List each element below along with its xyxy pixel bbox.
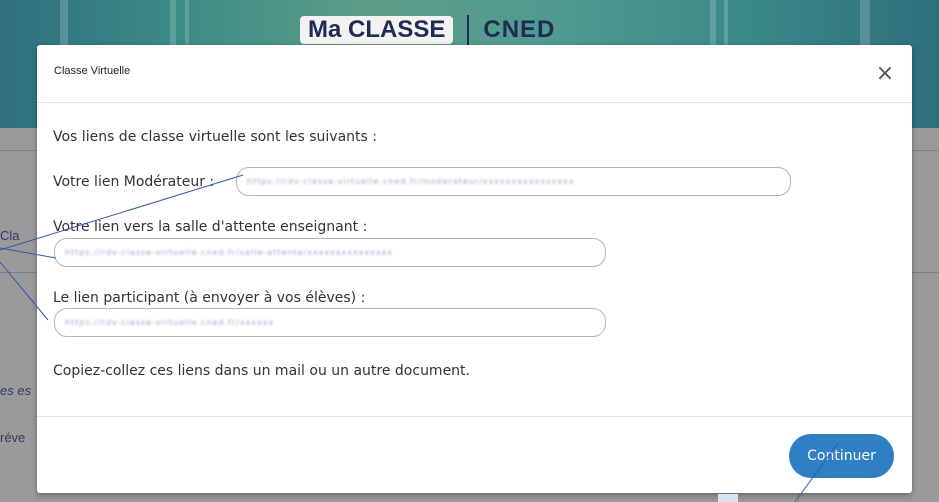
ma-classe-logo: Ma CLASSE CNED — [300, 10, 640, 50]
continue-button[interactable]: Continuer — [789, 434, 894, 478]
participant-link-input[interactable] — [55, 309, 605, 336]
virtual-class-modal: Classe Virtuelle × Vos liens de classe v… — [37, 45, 912, 493]
background-text-fragment: es es — [0, 383, 32, 398]
waiting-room-link-field[interactable] — [54, 238, 606, 267]
participant-link-label: Le lien participant (à envoyer à vos élè… — [53, 290, 366, 306]
modal-title: Classe Virtuelle — [54, 65, 131, 77]
modal-footer-divider — [37, 416, 912, 417]
participant-link-field[interactable] — [54, 308, 606, 337]
waiting-room-link-label: Votre lien vers la salle d'attente ensei… — [53, 219, 368, 235]
logo-separator — [467, 15, 470, 45]
close-icon[interactable]: × — [873, 61, 897, 87]
background-text-fragment: réve — [0, 430, 26, 445]
moderator-link-field[interactable] — [236, 167, 791, 196]
moderator-link-input[interactable] — [237, 168, 790, 195]
copy-instruction-text: Copiez-collez ces liens dans un mail ou … — [53, 363, 470, 379]
moderator-link-label: Votre lien Modérateur : — [53, 174, 215, 190]
logo-cned-text: CNED — [483, 16, 556, 43]
modal-header: Classe Virtuelle × — [37, 45, 912, 103]
background-text-fragment: Cla — [0, 228, 20, 243]
logo-ma-classe-text: Ma CLASSE — [300, 16, 454, 44]
links-intro-text: Vos liens de classe virtuelle sont les s… — [53, 129, 377, 145]
waiting-room-link-input[interactable] — [55, 239, 605, 266]
